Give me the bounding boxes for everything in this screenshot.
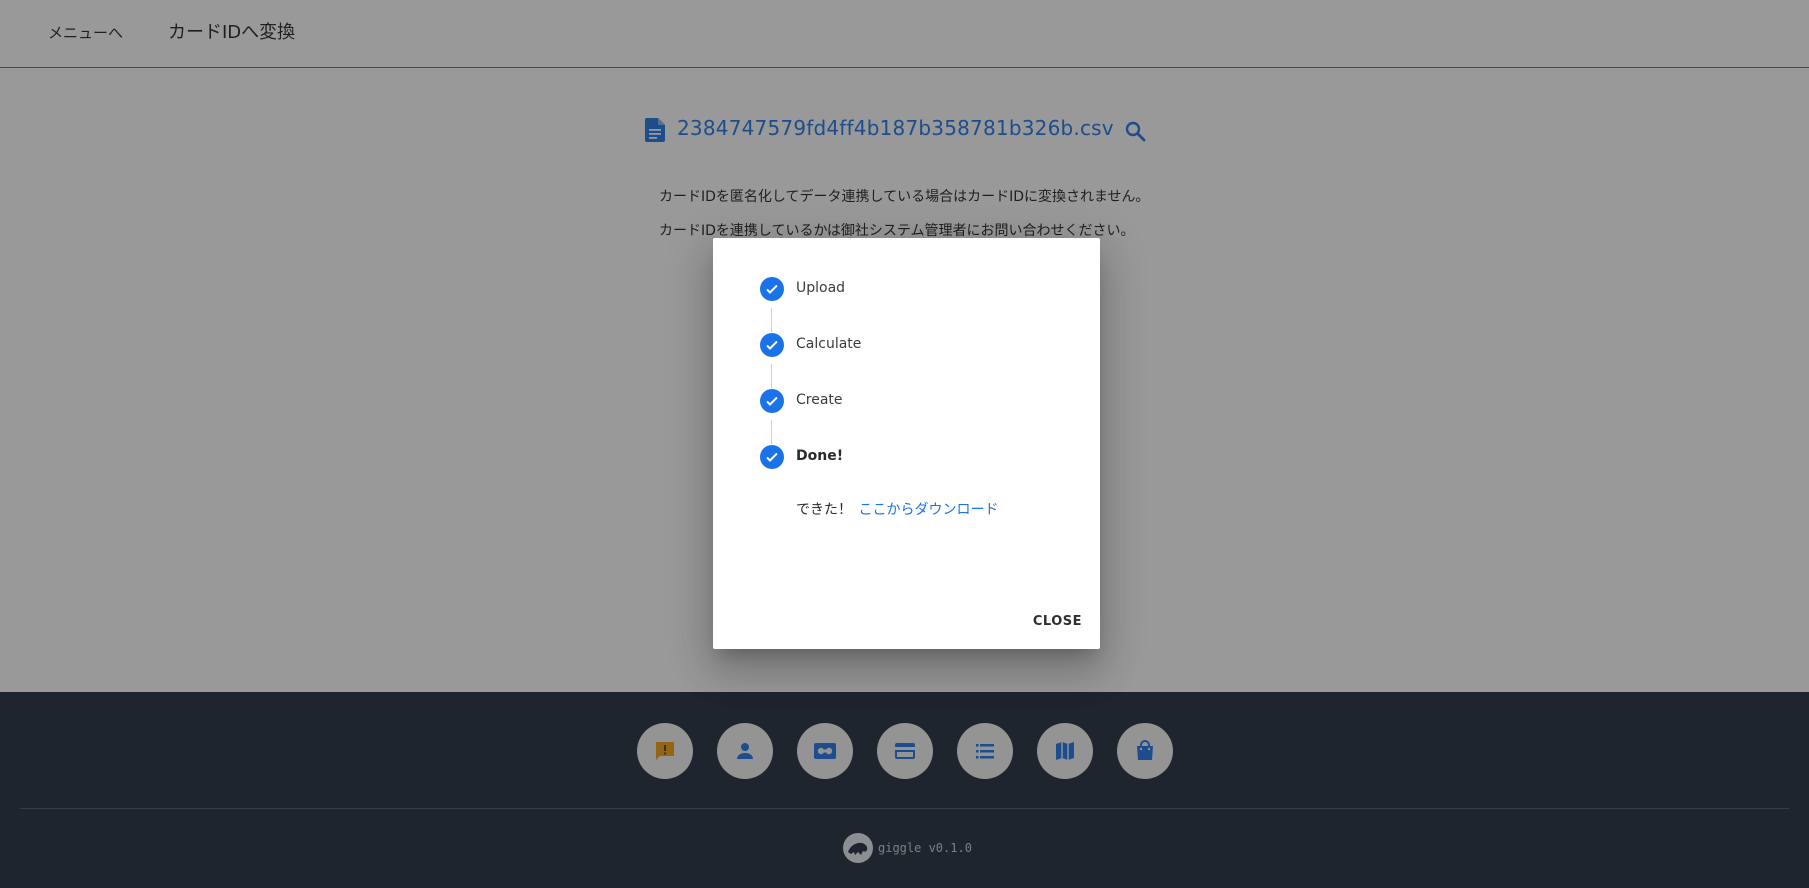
download-link[interactable]: ここからダウンロード [858,502,998,518]
step-connector [771,308,772,332]
check-icon [760,333,784,357]
check-icon [760,389,784,413]
progress-dialog: Upload Calculate Create Done! できた！ ここからダ… [713,238,1100,649]
step-label: Done! [796,448,844,464]
step-label: Calculate [796,336,862,352]
done-message: できた！ ここからダウンロード [796,499,998,519]
done-text: できた！ [796,502,852,518]
check-icon [760,277,784,301]
step-connector [771,420,772,444]
step-label: Create [796,392,843,408]
check-icon [760,445,784,469]
step-label: Upload [796,280,846,296]
close-button[interactable]: CLOSE [1033,608,1082,635]
step-connector [771,364,772,388]
